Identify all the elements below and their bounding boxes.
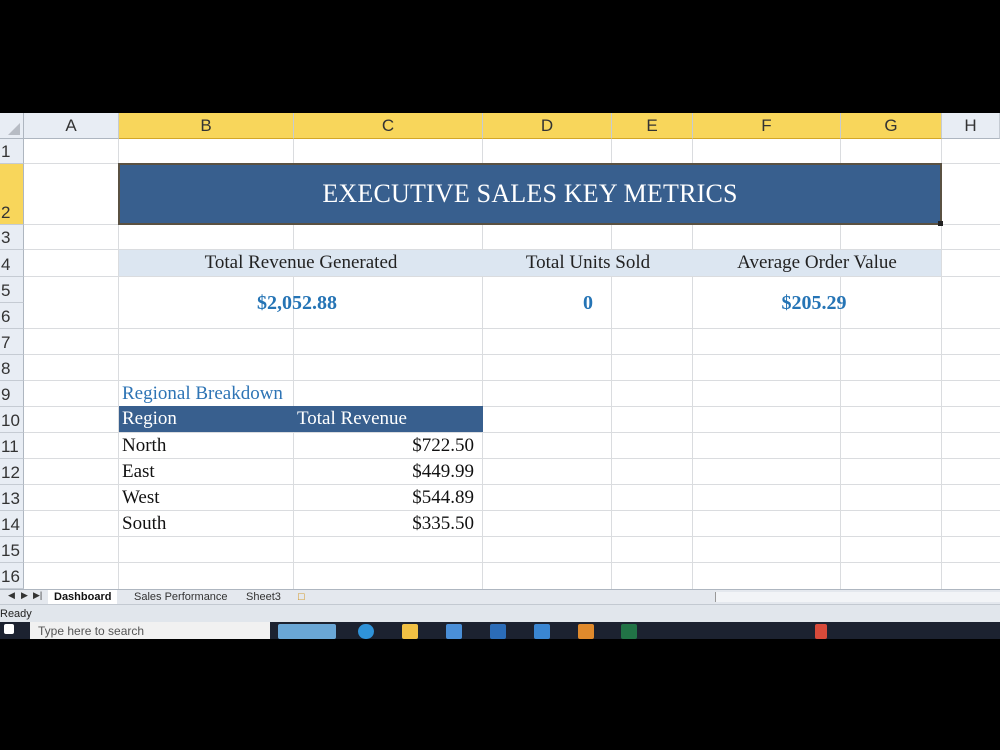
status-bar: Ready	[0, 604, 1000, 622]
row-header-13[interactable]: 13	[0, 485, 24, 511]
revenue-cell[interactable]: $335.50	[294, 511, 474, 537]
row-header-11[interactable]: 11	[0, 433, 24, 459]
sheet-tab-sheet3[interactable]: Sheet3	[240, 590, 287, 604]
next-sheet-icon[interactable]: ▶	[21, 590, 28, 601]
row-header-15[interactable]: 15	[0, 537, 24, 563]
regional-breakdown-title[interactable]: Regional Breakdown	[122, 381, 283, 407]
edge-browser-icon[interactable]	[358, 624, 374, 639]
column-header-c[interactable]: C	[294, 113, 483, 139]
mail-icon[interactable]	[490, 624, 506, 639]
windows-taskbar: Type here to search	[0, 622, 1000, 639]
row-header-1[interactable]: 1	[0, 139, 24, 164]
row-header-6[interactable]: 6	[0, 303, 24, 329]
metric-value-total-revenue[interactable]: $2,052.88	[119, 277, 475, 329]
fill-handle[interactable]	[938, 221, 943, 226]
column-header-a[interactable]: A	[24, 113, 119, 139]
row-header-9[interactable]: 9	[0, 381, 24, 407]
gridline	[24, 536, 1000, 537]
table-header-total-revenue[interactable]: Total Revenue	[294, 406, 483, 432]
sheet-tab-sales-performance[interactable]: Sales Performance	[128, 590, 234, 604]
region-cell[interactable]: West	[122, 485, 160, 511]
store-icon[interactable]	[446, 624, 462, 639]
excel-icon[interactable]	[621, 624, 637, 639]
gridline	[24, 354, 1000, 355]
horizontal-scrollbar[interactable]	[715, 592, 1000, 602]
app-icon[interactable]	[534, 624, 550, 639]
revenue-cell[interactable]: $449.99	[294, 459, 474, 485]
column-header-h[interactable]: H	[942, 113, 1000, 139]
metric-label-total-units[interactable]: Total Units Sold	[483, 250, 693, 276]
metric-value-average-order[interactable]: $205.29	[693, 277, 935, 329]
row-header-12[interactable]: 12	[0, 459, 24, 485]
excel-window: A B C D E F G H 1 2 3 4 5 6 7 8 9 10 11 …	[0, 113, 1000, 639]
row-header-4[interactable]: 4	[0, 250, 24, 277]
gridline	[24, 458, 1000, 459]
status-text: Ready	[0, 607, 32, 620]
file-explorer-icon[interactable]	[402, 624, 418, 639]
row-header-8[interactable]: 8	[0, 355, 24, 381]
row-header-3[interactable]: 3	[0, 225, 24, 250]
dashboard-title-banner[interactable]: EXECUTIVE SALES KEY METRICS	[118, 163, 942, 225]
sheet-tab-dashboard[interactable]: Dashboard	[48, 590, 118, 604]
region-cell[interactable]: North	[122, 433, 166, 459]
select-all-corner[interactable]	[0, 113, 24, 139]
row-header-10[interactable]: 10	[0, 407, 24, 433]
row-header-14[interactable]: 14	[0, 511, 24, 537]
sheet-tab-bar: ◀ ▶ ▶| Dashboard Sales Performance Sheet…	[0, 589, 1000, 604]
weather-widget-icon[interactable]	[278, 624, 336, 639]
first-sheet-icon[interactable]: ◀	[8, 590, 15, 601]
row-header-7[interactable]: 7	[0, 329, 24, 355]
column-header-g[interactable]: G	[841, 113, 942, 139]
region-cell[interactable]: East	[122, 459, 155, 485]
gridline	[24, 432, 1000, 433]
column-header-b[interactable]: B	[119, 113, 294, 139]
metric-label-average-order[interactable]: Average Order Value	[693, 250, 941, 276]
taskbar-search-input[interactable]: Type here to search	[30, 622, 270, 639]
revenue-cell[interactable]: $722.50	[294, 433, 474, 459]
row-header-16[interactable]: 16	[0, 563, 24, 589]
metric-value-total-units[interactable]: 0	[483, 277, 693, 329]
windows-start-icon[interactable]	[4, 624, 14, 634]
app-icon[interactable]	[578, 624, 594, 639]
gridline	[24, 510, 1000, 511]
revenue-cell[interactable]: $544.89	[294, 485, 474, 511]
row-header-2[interactable]: 2	[0, 164, 24, 225]
gridline	[24, 562, 1000, 563]
notification-icon[interactable]	[815, 624, 827, 639]
gridline	[24, 484, 1000, 485]
column-header-e[interactable]: E	[612, 113, 693, 139]
row-header-5[interactable]: 5	[0, 277, 24, 303]
metric-label-total-revenue[interactable]: Total Revenue Generated	[119, 250, 483, 276]
region-cell[interactable]: South	[122, 511, 166, 537]
table-header-region[interactable]: Region	[119, 406, 294, 432]
column-header-d[interactable]: D	[483, 113, 612, 139]
insert-sheet-icon[interactable]: □	[292, 590, 311, 604]
last-sheet-icon[interactable]: ▶|	[33, 590, 42, 601]
column-header-f[interactable]: F	[693, 113, 841, 139]
